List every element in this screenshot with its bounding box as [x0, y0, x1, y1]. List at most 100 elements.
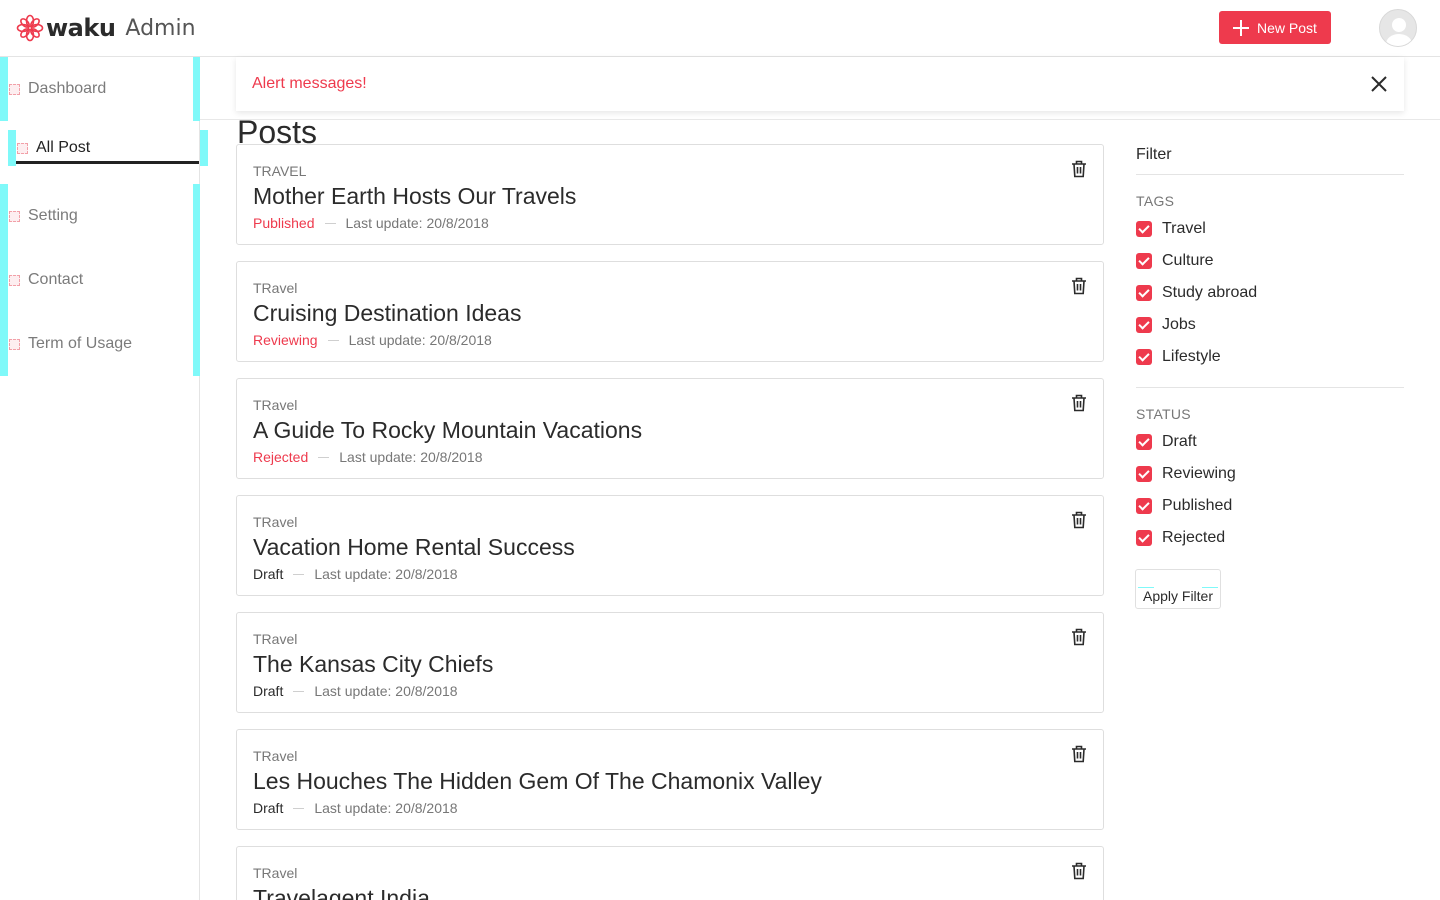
post-tag: TRavel: [253, 631, 298, 647]
post-last-update: Last update: 20/8/2018: [314, 566, 458, 582]
checkbox-label: Lifestyle: [1162, 348, 1221, 365]
post-status: Rejected: [253, 449, 309, 465]
post-tag: TRAVEL: [253, 163, 307, 179]
trash-icon[interactable]: [1071, 745, 1087, 763]
tag-filter-travel[interactable]: Travel: [1136, 213, 1404, 245]
top-header: waku Admin New Post: [0, 0, 1440, 57]
sidebar-edge-right: [193, 57, 200, 121]
checkbox-checked-icon[interactable]: [1136, 317, 1152, 333]
post-tag: TRavel: [253, 397, 298, 413]
post-meta: Draft Last update: 20/8/2018: [253, 800, 458, 816]
post-card[interactable]: TRavel The Kansas City Chiefs Draft Last…: [236, 612, 1104, 713]
post-tag: TRavel: [253, 865, 298, 881]
plus-icon: [1233, 19, 1250, 36]
post-title[interactable]: Les Houches The Hidden Gem Of The Chamon…: [253, 768, 822, 795]
avatar[interactable]: [1379, 9, 1417, 47]
post-status: Draft: [253, 800, 284, 816]
checkbox-checked-icon[interactable]: [1136, 530, 1152, 546]
post-card[interactable]: TRavel Travelagent India: [236, 846, 1104, 900]
post-tag: TRavel: [253, 280, 298, 296]
checkbox-checked-icon[interactable]: [1136, 349, 1152, 365]
menu-icon: [9, 83, 20, 95]
sidebar-item-label: Dashboard: [28, 80, 107, 97]
checkbox-label: Jobs: [1162, 316, 1196, 333]
status-filter-reviewing[interactable]: Reviewing: [1136, 458, 1404, 490]
post-last-update: Last update: 20/8/2018: [339, 449, 483, 465]
post-title[interactable]: Travelagent India: [253, 885, 430, 900]
checkbox-label: Study abroad: [1162, 284, 1258, 301]
post-meta: Reviewing Last update: 20/8/2018: [253, 332, 492, 348]
alert-message: Alert messages!: [252, 75, 367, 92]
content-divider: [200, 119, 1440, 120]
post-tag: TRavel: [253, 514, 298, 530]
post-meta: Draft Last update: 20/8/2018: [253, 683, 458, 699]
post-status: Published: [253, 215, 315, 231]
logo[interactable]: waku Admin: [16, 12, 196, 44]
status-section-label: STATUS: [1136, 406, 1191, 422]
apply-filter-button[interactable]: Apply Filter: [1135, 569, 1221, 609]
sidebar-item-contact[interactable]: Contact: [0, 248, 200, 312]
user-avatar-icon: [1386, 18, 1412, 46]
trash-icon[interactable]: [1071, 277, 1087, 295]
active-indicator: [16, 161, 199, 164]
status-filter-published[interactable]: Published: [1136, 490, 1404, 522]
menu-icon: [9, 210, 20, 222]
trash-icon[interactable]: [1071, 511, 1087, 529]
meta-separator: [293, 807, 305, 809]
checkbox-label: Published: [1162, 497, 1233, 514]
trash-icon[interactable]: [1071, 394, 1087, 412]
post-title[interactable]: A Guide To Rocky Mountain Vacations: [253, 417, 642, 444]
post-title[interactable]: Mother Earth Hosts Our Travels: [253, 183, 576, 210]
brand-suffix: Admin: [125, 15, 196, 41]
post-card[interactable]: TRavel Vacation Home Rental Success Draf…: [236, 495, 1104, 596]
tag-filter-study-abroad[interactable]: Study abroad: [1136, 277, 1404, 309]
post-status: Draft: [253, 683, 284, 699]
checkbox-label: Draft: [1162, 433, 1197, 450]
checkbox-checked-icon[interactable]: [1136, 466, 1152, 482]
sidebar-item-term-of-usage[interactable]: Term of Usage: [0, 312, 200, 376]
post-last-update: Last update: 20/8/2018: [314, 800, 458, 816]
trash-icon[interactable]: [1071, 628, 1087, 646]
sidebar: Dashboard All Post Setting Contact Term …: [0, 57, 208, 900]
post-status: Reviewing: [253, 332, 318, 348]
close-icon[interactable]: [1370, 75, 1388, 93]
post-title[interactable]: The Kansas City Chiefs: [253, 651, 493, 678]
checkbox-checked-icon[interactable]: [1136, 434, 1152, 450]
checkbox-checked-icon[interactable]: [1136, 498, 1152, 514]
sidebar-item-label: Term of Usage: [28, 335, 133, 352]
checkbox-label: Reviewing: [1162, 465, 1236, 482]
post-card[interactable]: TRavel A Guide To Rocky Mountain Vacatio…: [236, 378, 1104, 479]
status-filter-draft[interactable]: Draft: [1136, 426, 1404, 458]
menu-icon: [17, 142, 28, 154]
checkbox-checked-icon[interactable]: [1136, 253, 1152, 269]
post-title[interactable]: Vacation Home Rental Success: [253, 534, 575, 561]
post-card[interactable]: TRavel Cruising Destination Ideas Review…: [236, 261, 1104, 362]
tag-filter-culture[interactable]: Culture: [1136, 245, 1404, 277]
flower-logo-icon: [16, 14, 44, 42]
tag-filter-jobs[interactable]: Jobs: [1136, 309, 1404, 341]
sidebar-item-label: Setting: [28, 207, 78, 224]
sidebar-item-label: Contact: [28, 271, 84, 288]
trash-icon[interactable]: [1071, 160, 1087, 178]
sidebar-edge-left: [0, 57, 8, 121]
meta-separator: [293, 690, 305, 692]
tag-filter-lifestyle[interactable]: Lifestyle: [1136, 341, 1404, 373]
sidebar-edge-right: [193, 312, 200, 376]
trash-icon[interactable]: [1071, 862, 1087, 880]
post-meta: Published Last update: 20/8/2018: [253, 215, 489, 231]
checkbox-checked-icon[interactable]: [1136, 221, 1152, 237]
status-filter-rejected[interactable]: Rejected: [1136, 522, 1404, 554]
sidebar-item-setting[interactable]: Setting: [0, 184, 200, 248]
new-post-button[interactable]: New Post: [1219, 11, 1331, 44]
post-title[interactable]: Cruising Destination Ideas: [253, 300, 521, 327]
post-card[interactable]: TRavel Les Houches The Hidden Gem Of The…: [236, 729, 1104, 830]
alert-banner: Alert messages!: [236, 57, 1404, 111]
sidebar-item-dashboard[interactable]: Dashboard: [0, 57, 200, 121]
post-meta: Rejected Last update: 20/8/2018: [253, 449, 483, 465]
post-last-update: Last update: 20/8/2018: [348, 332, 492, 348]
post-card[interactable]: TRAVEL Mother Earth Hosts Our Travels Pu…: [236, 144, 1104, 245]
filter-title: Filter: [1136, 140, 1404, 175]
checkbox-checked-icon[interactable]: [1136, 285, 1152, 301]
checkbox-label: Travel: [1162, 220, 1206, 237]
meta-separator: [293, 573, 305, 575]
